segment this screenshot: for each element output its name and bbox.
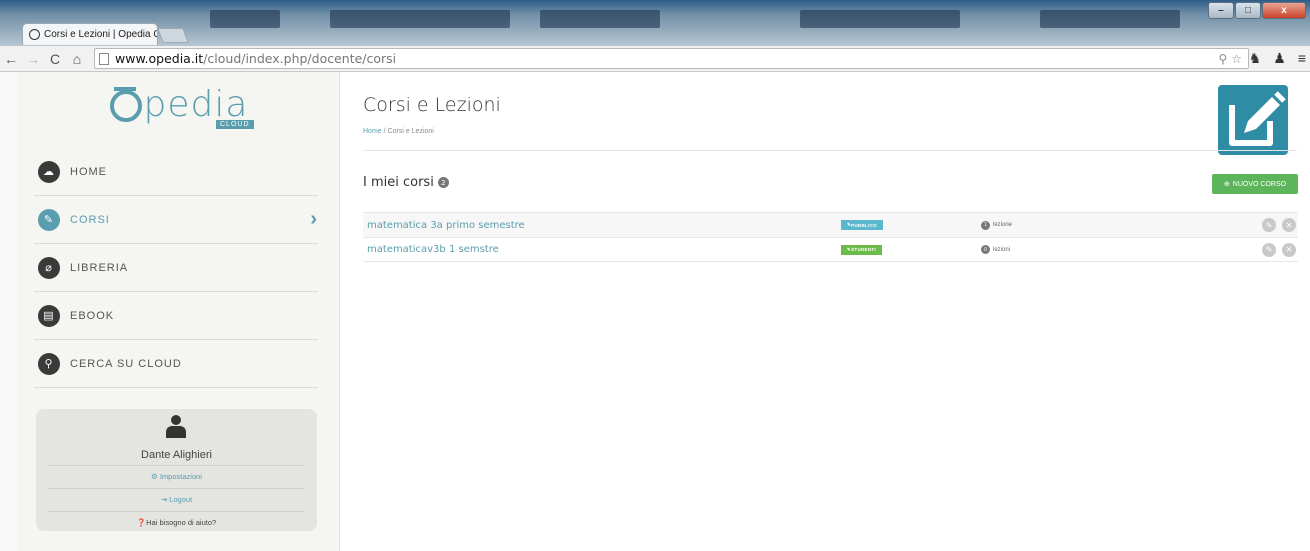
sidebar-item-label: LIBRERIA <box>70 261 129 274</box>
breadcrumb: Home / Corsi e Lezioni <box>363 128 434 135</box>
settings-link[interactable]: ⚙ Impostazioni <box>48 465 305 481</box>
url-path: /cloud/index.php/docente/corsi <box>203 51 397 66</box>
user-avatar-icon <box>166 415 186 439</box>
plus-circle-icon: ⊕ <box>1223 181 1230 188</box>
evernote-icon[interactable]: ♟ <box>1273 50 1286 67</box>
taskbar-blur <box>540 10 660 28</box>
edit-icon[interactable]: ✎ <box>1262 218 1276 232</box>
delete-icon[interactable]: ✕ <box>1282 218 1296 232</box>
sidebar-menu: ☁ HOME ✎ CORSI › ⌀ LIBRERIA ▤ EBOOK ⚲ CE… <box>34 148 318 388</box>
lesson-count-badge: 1 <box>981 220 990 230</box>
bookmark-star-icon[interactable]: ☆ <box>1231 52 1242 66</box>
sidebar: pedia CLOUD ☁ HOME ✎ CORSI › ⌀ LIBRERIA … <box>18 72 340 551</box>
zoom-icon[interactable]: ⚲ <box>1218 52 1227 66</box>
extension-icon[interactable]: ♞ <box>1249 50 1262 67</box>
tab-title: Corsi e Lezioni | Opedia Cl <box>44 29 158 40</box>
divider <box>363 150 1297 151</box>
url-host: www.opedia.it <box>115 51 204 66</box>
logout-icon: ⇥ <box>160 495 170 504</box>
address-bar[interactable]: www.opedia.it /cloud/index.php/docente/c… <box>94 48 1249 69</box>
lesson-count: 1 lezione <box>981 220 1013 230</box>
taskbar-blur <box>210 10 280 28</box>
table-row: matematica 3a primo semestre ✎ PUBBLICO … <box>363 212 1298 237</box>
logo-text: pedia <box>143 84 249 125</box>
minimize-button[interactable]: – <box>1208 2 1234 19</box>
breadcrumb-home-link[interactable]: Home <box>363 128 382 135</box>
edit-icon[interactable]: ✎ <box>1262 242 1276 257</box>
sidebar-item-label: CORSI <box>70 213 110 226</box>
browser-toolbar: ← → C ⌂ www.opedia.it /cloud/index.php/d… <box>0 46 1310 72</box>
section-title-label: I miei corsi <box>363 175 434 190</box>
sidebar-item-libreria[interactable]: ⌀ LIBRERIA <box>34 244 318 292</box>
taskbar-blur <box>800 10 960 28</box>
page-icon <box>99 52 109 65</box>
course-count-badge: 2 <box>437 177 449 188</box>
sidebar-item-label: HOME <box>70 165 107 178</box>
table-row: matematicav3b 1 semstre ✎ STUDENTI 0 lez… <box>363 237 1298 262</box>
opedia-logo[interactable]: pedia <box>18 84 340 125</box>
window-controls: – □ x <box>1208 2 1306 19</box>
sidebar-item-label: CERCA SU CLOUD <box>70 357 182 370</box>
page-title: Corsi e Lezioni <box>363 94 501 116</box>
maximize-button[interactable]: □ <box>1235 2 1261 19</box>
delete-icon[interactable]: ✕ <box>1282 242 1296 257</box>
course-list: matematica 3a primo semestre ✎ PUBBLICO … <box>363 212 1298 262</box>
visibility-badge: ✎ PUBBLICO <box>841 220 883 230</box>
edit-icon: ✎ <box>38 208 60 231</box>
help-link[interactable]: ❓Hai bisogno di aiuto? <box>48 511 305 527</box>
chevron-right-icon: › <box>310 208 318 230</box>
home-icon[interactable]: ⌂ <box>66 51 88 67</box>
lesson-count-badge: 0 <box>981 245 990 254</box>
main-content: Corsi e Lezioni Home / Corsi e Lezioni I… <box>340 72 1310 551</box>
question-icon: ❓ <box>136 518 147 527</box>
new-course-label: NUOVO CORSO <box>1232 180 1287 188</box>
paperclip-icon: ⌀ <box>38 256 60 279</box>
forward-icon[interactable]: → <box>22 51 44 67</box>
section-title: I miei corsi 2 <box>363 175 449 190</box>
sidebar-item-home[interactable]: ☁ HOME <box>34 148 318 196</box>
new-course-button[interactable]: ⊕ NUOVO CORSO <box>1212 174 1298 194</box>
gear-icon: ⚙ <box>151 472 160 481</box>
window-titlebar: Corsi e Lezioni | Opedia Cl × – □ x <box>0 0 1310 46</box>
browser-tab[interactable]: Corsi e Lezioni | Opedia Cl × <box>22 23 158 45</box>
search-icon: ⚲ <box>38 352 60 375</box>
lesson-count-label: lezione <box>993 222 1013 228</box>
logo-o-icon <box>109 87 142 122</box>
course-link[interactable]: matematica 3a primo semestre <box>367 220 525 231</box>
menu-icon[interactable]: ≡ <box>1298 50 1306 67</box>
sidebar-item-ebook[interactable]: ▤ EBOOK <box>34 292 318 340</box>
lesson-count: 0 lezioni <box>981 245 1010 254</box>
page-left-strip <box>0 72 18 551</box>
logout-link[interactable]: ⇥ Logout <box>48 488 305 504</box>
cloud-icon: ☁ <box>38 160 60 183</box>
book-icon: ▤ <box>38 304 60 327</box>
close-window-button[interactable]: x <box>1262 2 1306 19</box>
user-panel: Dante Alighieri ⚙ Impostazioni ⇥ Logout … <box>36 409 317 531</box>
breadcrumb-separator: / <box>383 128 386 135</box>
edit-icon <box>1218 85 1288 155</box>
sidebar-item-label: EBOOK <box>70 309 115 322</box>
taskbar-blur <box>1040 10 1180 28</box>
logo-cloud-badge: CLOUD <box>216 120 254 129</box>
taskbar-blur <box>330 10 510 28</box>
new-tab-button[interactable] <box>157 28 189 43</box>
user-name: Dante Alighieri <box>141 449 212 461</box>
sidebar-item-corsi[interactable]: ✎ CORSI › <box>34 196 318 244</box>
lesson-count-label: lezioni <box>993 246 1011 253</box>
course-link[interactable]: matematicav3b 1 semstre <box>367 244 499 255</box>
favicon-icon <box>29 29 40 40</box>
sidebar-item-cerca[interactable]: ⚲ CERCA SU CLOUD <box>34 340 318 388</box>
reload-icon[interactable]: C <box>44 51 66 67</box>
breadcrumb-current: Corsi e Lezioni <box>387 128 434 135</box>
visibility-badge: ✎ STUDENTI <box>841 244 882 255</box>
back-icon[interactable]: ← <box>0 51 22 67</box>
